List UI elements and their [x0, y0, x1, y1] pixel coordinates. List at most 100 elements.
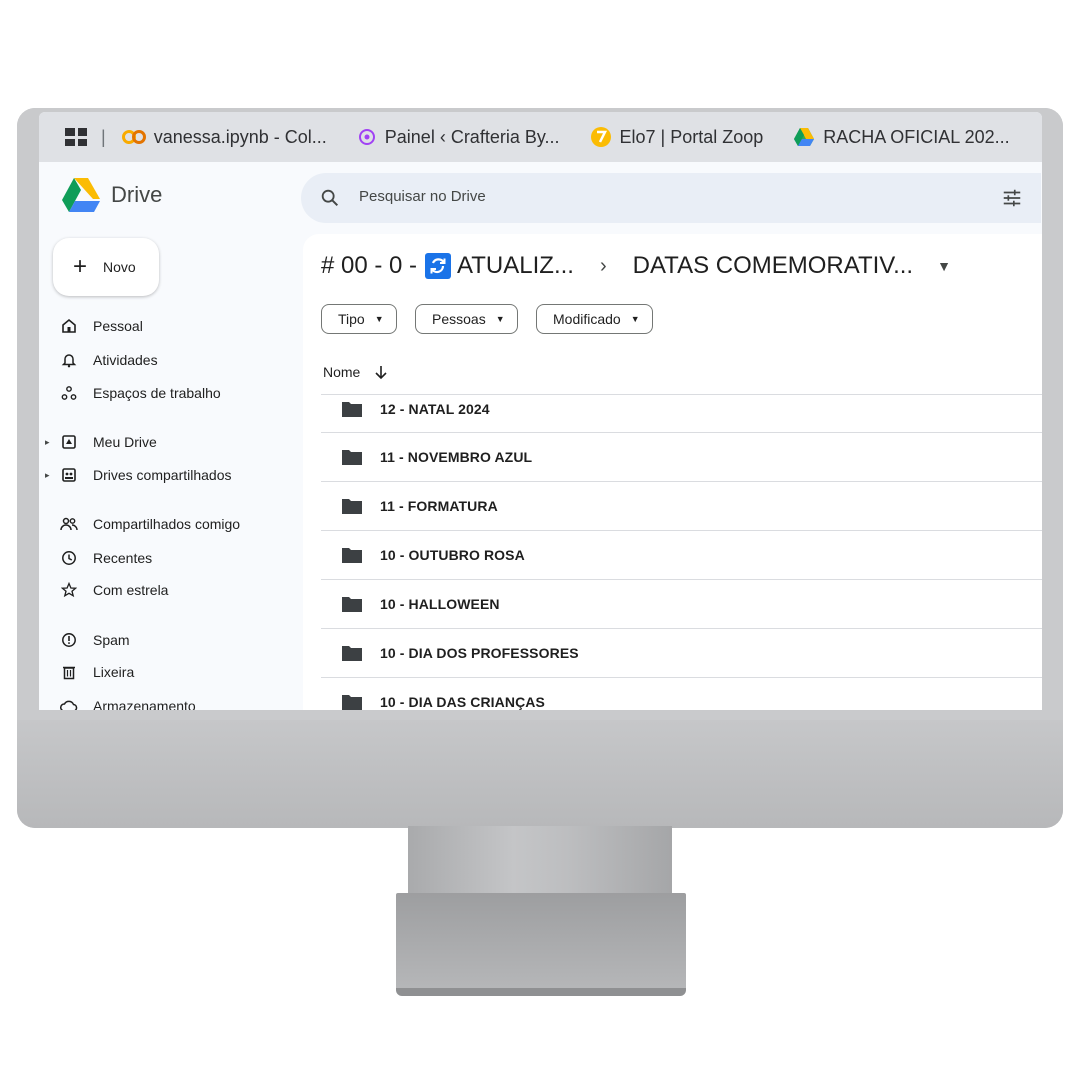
filter-type-chip[interactable]: Tipo ▼: [321, 304, 397, 334]
table-row[interactable]: 11 - FORMATURA: [321, 481, 1042, 530]
sidebar-item-label: Espaços de trabalho: [93, 385, 221, 401]
sidebar-item-espacos-de-trabalho[interactable]: Espaços de trabalho: [59, 379, 221, 407]
bookmark-label: Painel ‹ Crafteria By...: [384, 126, 560, 147]
folder-icon: [342, 450, 362, 465]
column-name-label: Nome: [323, 364, 361, 380]
search-input[interactable]: Pesquisar no Drive: [359, 188, 486, 205]
breadcrumb-current[interactable]: DATAS COMEMORATIV...: [633, 252, 913, 280]
folder-icon: [342, 548, 362, 563]
sidebar-item-lixeira[interactable]: Lixeira: [59, 658, 134, 686]
my-drive-icon: [59, 432, 79, 452]
sidebar-item-label: Meu Drive: [93, 434, 157, 450]
breadcrumb-parent[interactable]: ATUALIZ...: [457, 252, 574, 280]
bookmark-label: Elo7 | Portal Zoop: [619, 126, 764, 147]
bookmarks-separator: |: [101, 126, 106, 147]
file-name: 12 - NATAL 2024: [380, 401, 490, 417]
sidebar-item-pessoal[interactable]: Pessoal: [59, 312, 143, 340]
table-row[interactable]: 10 - HALLOWEEN: [321, 579, 1042, 628]
chevron-down-icon: ▼: [630, 314, 640, 324]
monitor-stand-base: [396, 893, 686, 995]
search-options-icon[interactable]: [1001, 187, 1023, 209]
file-name: 10 - DIA DOS PROFESSORES: [380, 645, 579, 661]
plus-icon: +: [72, 253, 87, 280]
elo7-icon: [590, 127, 611, 147]
sidebar-item-label: Drives compartilhados: [93, 467, 232, 483]
drive-logo[interactable]: Drive: [61, 177, 162, 213]
sidebar-item-spam[interactable]: Spam: [59, 626, 130, 654]
bookmark-item[interactable]: Elo7 | Portal Zoop: [590, 126, 764, 148]
table-row[interactable]: 10 - DIA DOS PROFESSORES: [321, 628, 1042, 677]
file-name: 11 - NOVEMBRO AZUL: [380, 449, 533, 465]
column-header-name[interactable]: Nome: [323, 364, 388, 380]
search-bar[interactable]: Pesquisar no Drive: [301, 173, 1041, 223]
breadcrumb: # 00 - 0 - ATUALIZ... › DATAS COMEMORATI…: [321, 252, 951, 280]
filter-type-label: Tipo: [338, 311, 365, 327]
sidebar-item-label: Pessoal: [93, 318, 143, 334]
app-name: Drive: [111, 182, 163, 207]
sidebar-item-armazenamento[interactable]: Armazenamento: [59, 692, 196, 710]
sidebar-item-label: Spam: [93, 632, 130, 648]
monitor-chin: [17, 720, 1063, 828]
expand-caret-icon[interactable]: ▸: [45, 470, 50, 481]
file-name: 10 - DIA DAS CRIANÇAS: [380, 694, 545, 710]
bookmark-label: vanessa.ipynb - Col...: [153, 126, 327, 147]
spam-icon: [59, 630, 79, 650]
file-name: 10 - HALLOWEEN: [380, 596, 500, 612]
filter-people-label: Pessoas: [432, 311, 486, 327]
screen: | vanessa.ipynb - Col... Painel ‹ Crafte…: [39, 112, 1042, 710]
sidebar-item-label: Atividades: [93, 352, 158, 368]
main-content: # 00 - 0 - ATUALIZ... › DATAS COMEMORATI…: [303, 234, 1042, 710]
bell-icon: [59, 350, 79, 370]
chevron-down-icon: ▼: [495, 314, 505, 324]
chevron-down-icon[interactable]: ▼: [937, 258, 951, 274]
shared-with-me-icon: [59, 514, 79, 534]
new-button[interactable]: + Novo: [53, 238, 159, 296]
search-icon[interactable]: [319, 187, 341, 209]
crafteria-icon: [358, 129, 375, 145]
sidebar-item-label: Recentes: [93, 550, 153, 566]
expand-caret-icon[interactable]: ▸: [45, 437, 50, 448]
folder-icon: [342, 695, 362, 710]
apps-grid-icon[interactable]: [65, 128, 87, 146]
sync-icon: [425, 253, 452, 279]
breadcrumb-parent-prefix[interactable]: # 00 - 0 -: [321, 252, 417, 280]
table-row[interactable]: 11 - NOVEMBRO AZUL: [321, 432, 1042, 481]
home-icon: [59, 316, 79, 336]
bookmark-item[interactable]: Painel ‹ Crafteria By...: [357, 127, 560, 148]
folder-icon: [342, 646, 362, 661]
table-row[interactable]: 10 - OUTUBRO ROSA: [321, 530, 1042, 579]
cloud-icon: [59, 696, 79, 710]
file-name: 11 - FORMATURA: [380, 498, 498, 514]
sidebar-item-label: Lixeira: [93, 664, 135, 680]
table-row[interactable]: 10 - DIA DAS CRIANÇAS: [321, 677, 1042, 710]
bookmark-item[interactable]: RACHA OFICIAL 202...: [793, 127, 1010, 148]
trash-icon: [59, 662, 79, 682]
chevron-down-icon: ▼: [374, 314, 384, 324]
filter-modified-chip[interactable]: Modificado ▼: [536, 304, 653, 334]
filter-modified-label: Modificado: [553, 311, 621, 327]
bookmark-item[interactable]: vanessa.ipynb - Col...: [121, 126, 327, 148]
clock-icon: [59, 548, 79, 568]
sidebar-item-meu-drive[interactable]: ▸ Meu Drive: [45, 428, 157, 456]
drive-logo-icon: [62, 178, 100, 212]
sidebar-item-label: Armazenamento: [93, 698, 196, 710]
chevron-right-icon: ›: [599, 254, 607, 277]
monitor-stand-neck: [408, 826, 672, 896]
sidebar-item-recentes[interactable]: Recentes: [59, 544, 152, 572]
monitor-stand-edge: [396, 988, 686, 996]
colab-icon: [121, 130, 146, 144]
folder-icon: [342, 597, 362, 612]
sidebar-item-drives-compartilhados[interactable]: ▸ Drives compartilhados: [45, 461, 232, 489]
arrow-down-icon[interactable]: [374, 364, 388, 380]
sidebar-item-label: Compartilhados comigo: [93, 516, 241, 532]
sidebar-item-atividades[interactable]: Atividades: [59, 346, 158, 374]
sidebar-item-label: Com estrela: [93, 582, 169, 598]
filter-people-chip[interactable]: Pessoas ▼: [415, 304, 518, 334]
workspaces-icon: [59, 383, 79, 403]
star-icon: [59, 580, 79, 600]
sidebar-item-com-estrela[interactable]: Com estrela: [59, 576, 168, 604]
file-name: 10 - OUTUBRO ROSA: [380, 547, 525, 563]
sidebar-item-compartilhados-comigo[interactable]: Compartilhados comigo: [59, 510, 240, 538]
bookmarks-bar: | vanessa.ipynb - Col... Painel ‹ Crafte…: [39, 112, 1042, 162]
folder-icon: [342, 402, 362, 417]
